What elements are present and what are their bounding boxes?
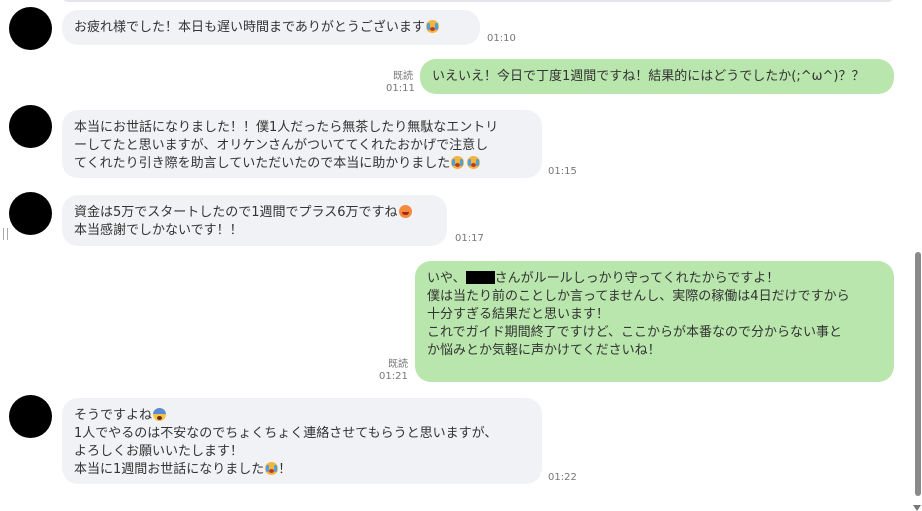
message-line: よろしくお願いいたします！: [74, 444, 244, 459]
message-line: ーしてたと思いますが、オリケンさんがついててくれたおかげで注意し: [74, 138, 489, 153]
message-text: お疲れ様でした！本日も遅い時間までありがとうございます: [74, 20, 425, 35]
message-text: いえいえ！今日で丁度1週間ですね！結果的にはどうでしたか(;^ω^)？？: [432, 69, 865, 84]
message-time: 01:22: [548, 472, 577, 483]
message-time: 01:10: [487, 33, 516, 44]
resize-handle[interactable]: [3, 228, 8, 240]
message-bubble-received[interactable]: 本当にお世話になりました！！僕1人だったら無茶したり無駄なエントリ ーしてたと思い…: [62, 110, 542, 178]
message-line: 僕は当たり前のことしか言ってませんし、実際の稼働は4日だけですから: [427, 289, 850, 304]
hot-face-icon: [398, 205, 412, 218]
crying-face-icon: [451, 156, 465, 169]
message-text: 本当に1週間お世話になりました: [74, 462, 265, 477]
message-line: これでガイド期間終了ですけど、ここからが本番なので分からない事と: [427, 325, 842, 340]
scroll-down-arrow-icon[interactable]: [913, 505, 921, 511]
message-line: 資金は5万でスタートしたので1週間でプラス6万ですね: [74, 205, 398, 220]
avatar[interactable]: [9, 395, 52, 438]
message-line: てくれたり引き際を助言していただいたので本当に助かりました: [74, 156, 451, 171]
message-time: 01:11: [386, 83, 415, 94]
read-receipt: 既読: [393, 71, 413, 82]
message-text: ！: [278, 462, 292, 477]
message-line: 本当にお世話になりました！！僕1人だったら無茶したり無駄なエントリ: [74, 120, 499, 135]
crying-face-icon: [425, 20, 439, 33]
message-bubble-sent[interactable]: いえいえ！今日で丁度1週間ですね！結果的にはどうでしたか(;^ω^)？？: [420, 59, 894, 94]
message-text: さんがルールしっかり守ってくれたからですよ！: [494, 271, 780, 286]
message-text: いや、: [427, 271, 466, 286]
message-time: 01:17: [455, 233, 484, 244]
scrollbar[interactable]: [913, 0, 922, 511]
message-line: 本当感謝でしかないです！！: [74, 223, 243, 238]
previous-message-edge: [62, 0, 894, 2]
scrollbar-thumb[interactable]: [915, 252, 921, 496]
redacted-name: [465, 271, 495, 284]
crying-face-icon: [467, 156, 481, 169]
message-line: 十分すぎる結果だと思います！: [427, 307, 610, 322]
crying-face-icon: [265, 462, 279, 475]
avatar[interactable]: [9, 105, 52, 148]
message-line: 1人でやるのは不安なのでちょくちょく連絡させてもらうと思いますが、: [74, 426, 498, 441]
read-receipt: 既読: [388, 359, 408, 370]
message-text: そうですよね: [74, 408, 153, 423]
message-bubble-received[interactable]: そうですよね 1人でやるのは不安なのでちょくちょく連絡させてもらうと思いますが、よ…: [62, 398, 542, 484]
fearful-face-icon: [153, 408, 167, 421]
message-bubble-received[interactable]: お疲れ様でした！本日も遅い時間までありがとうございます: [62, 10, 480, 45]
message-bubble-sent[interactable]: いや、 さんがルールしっかり守ってくれたからですよ！ 僕は当たり前のことしか言ってま…: [415, 261, 894, 382]
message-time: 01:21: [379, 371, 408, 382]
message-line: か悩みとか気軽に声かけてくださいね！: [427, 343, 661, 358]
message-bubble-received[interactable]: 資金は5万でスタートしたので1週間でプラス6万ですね 本当感謝でしかないです！！: [62, 195, 447, 246]
avatar[interactable]: [9, 192, 52, 235]
avatar[interactable]: [9, 7, 52, 50]
message-time: 01:15: [548, 166, 577, 177]
